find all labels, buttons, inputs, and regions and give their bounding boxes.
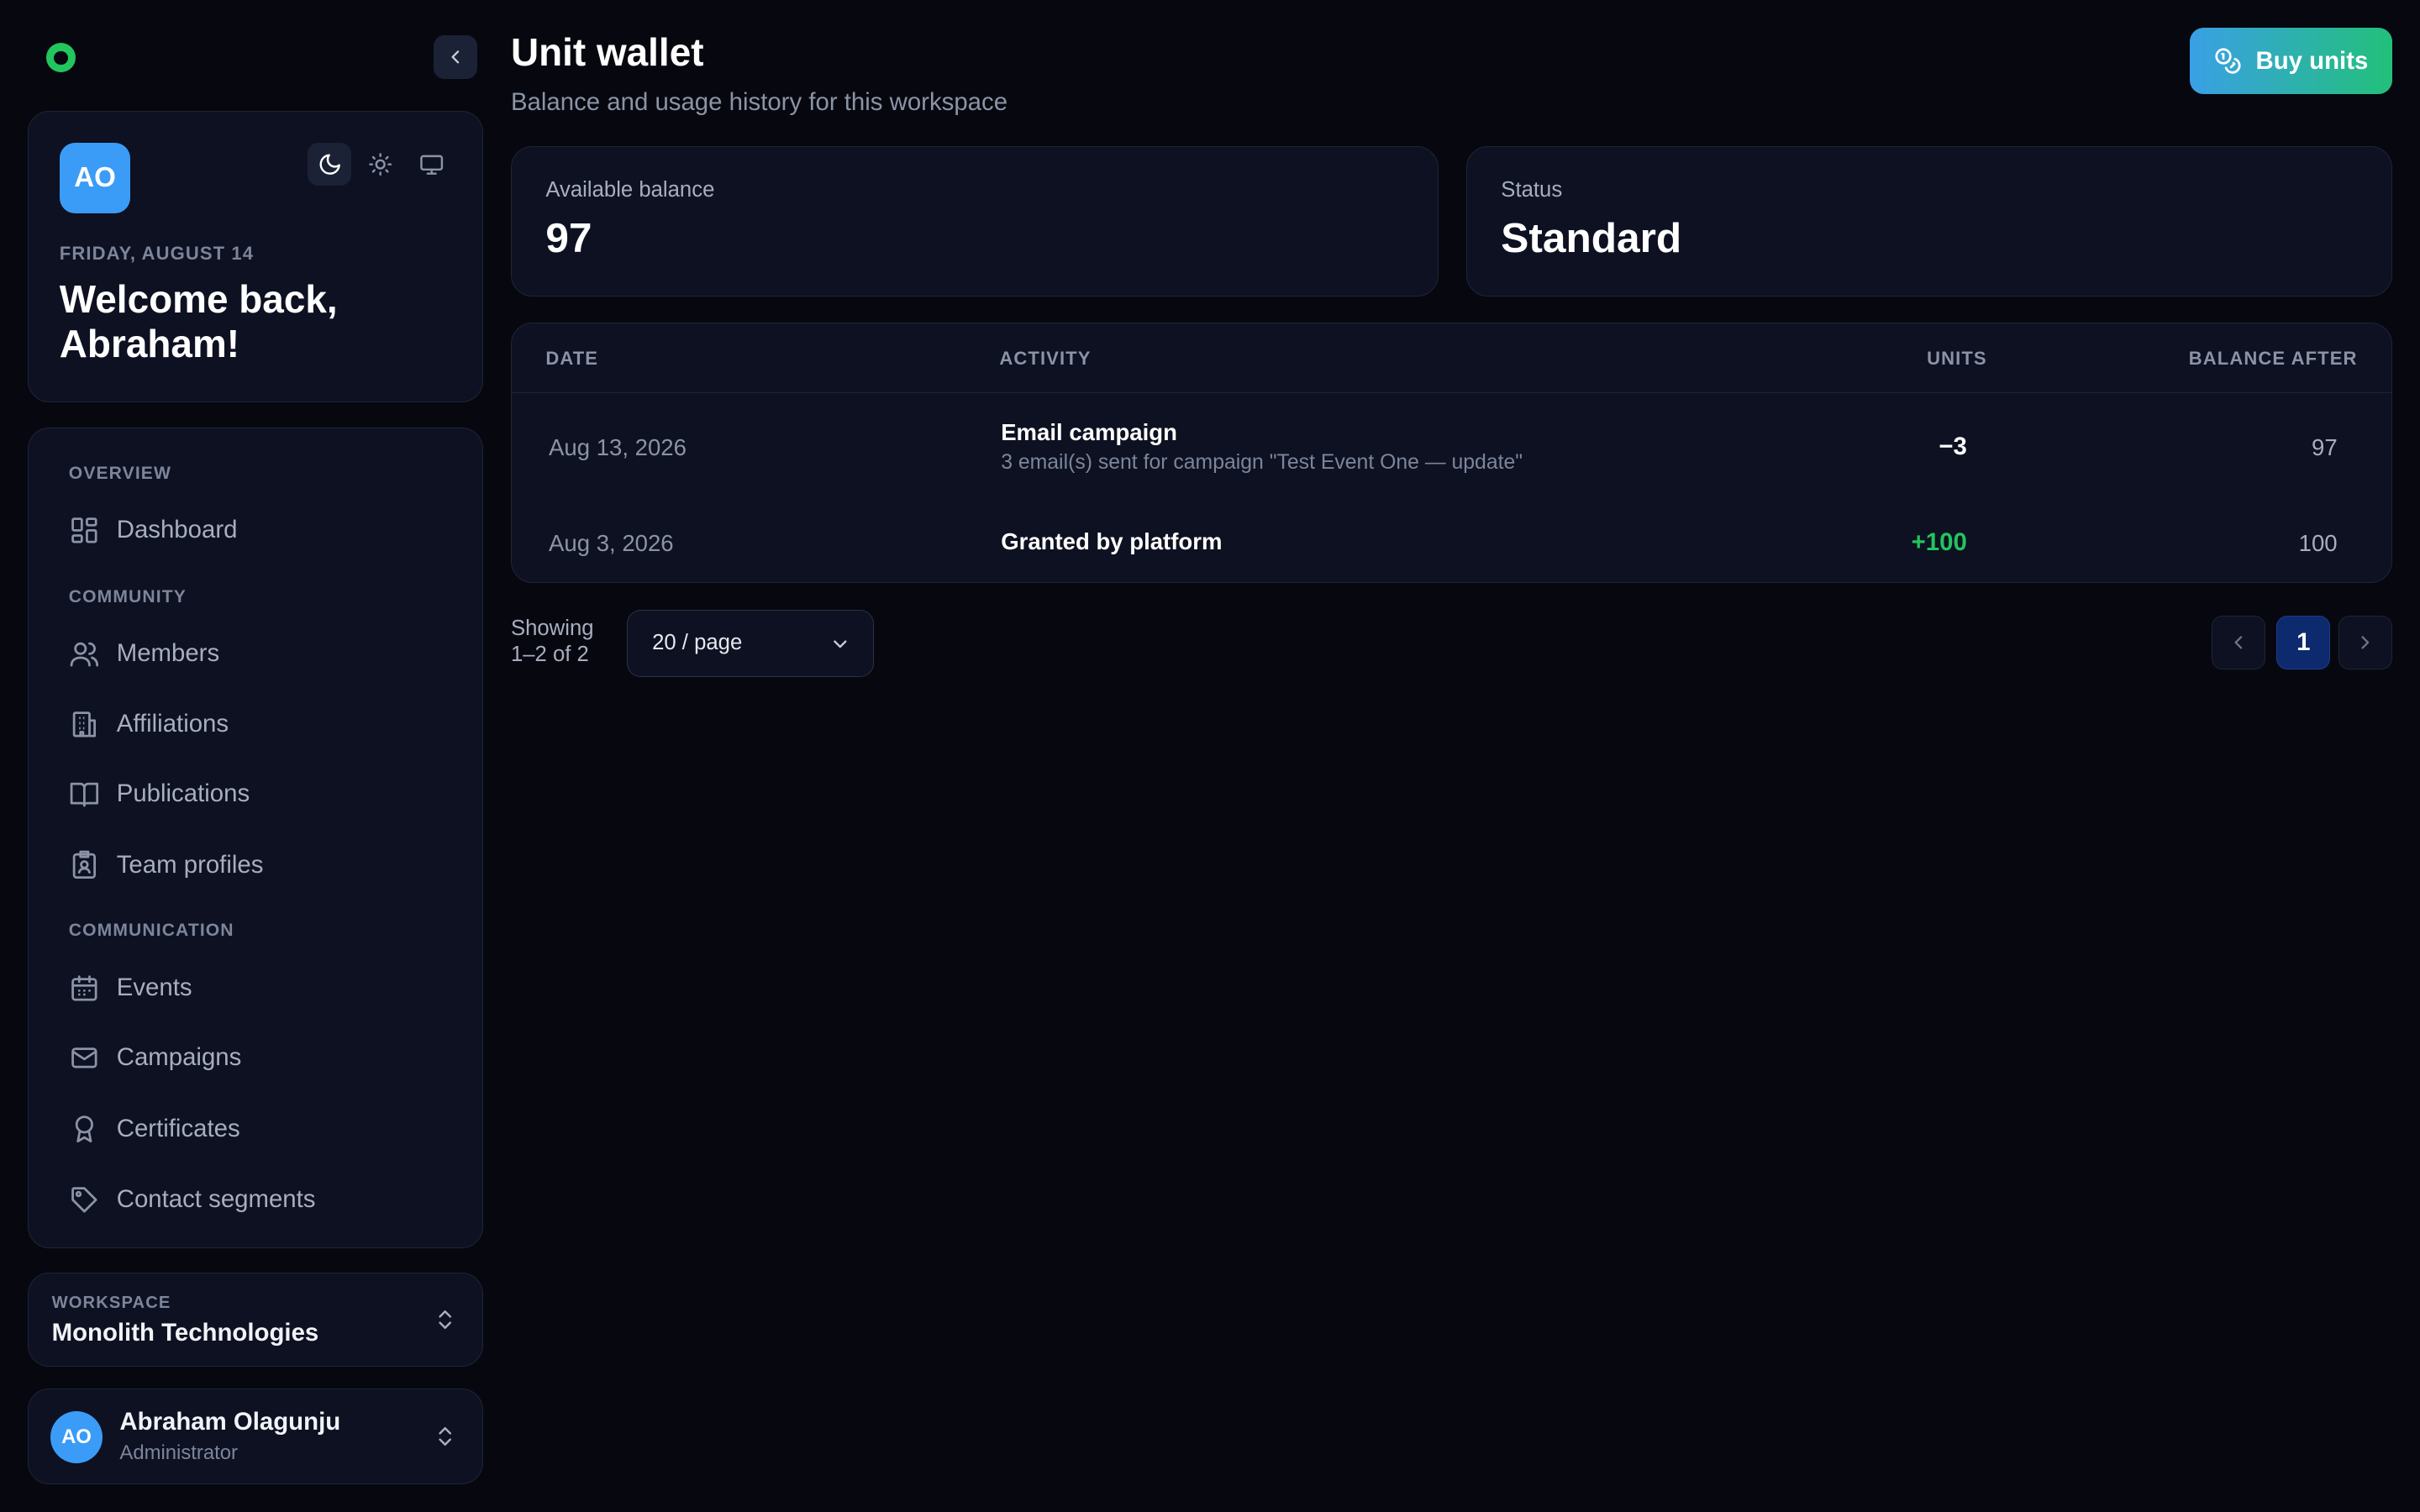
calendar-icon <box>71 975 97 1001</box>
showing-range: 1–2 of 2 <box>510 643 589 667</box>
next-page-button[interactable] <box>2338 615 2392 670</box>
coins-icon <box>2215 48 2241 74</box>
column-units[interactable]: UNITS <box>1927 348 1987 370</box>
user-role: Administrator <box>119 1441 238 1465</box>
sidebar-item-dashboard[interactable]: Dashboard <box>69 508 439 551</box>
balance-card: Available balance 97 <box>510 146 1439 297</box>
sidebar-item-label: Events <box>116 974 192 1002</box>
workspace-name: Monolith Technologies <box>51 1318 319 1347</box>
moon-icon <box>319 154 340 175</box>
workspace-switcher[interactable]: WORKSPACE Monolith Technologies <box>28 1273 483 1368</box>
row-balance-after: 100 <box>2298 529 2338 556</box>
chevron-down-icon <box>834 640 847 648</box>
sidebar-item-members[interactable]: Members <box>69 632 439 675</box>
collapse-sidebar-button[interactable] <box>434 35 477 79</box>
table-header: DATE ACTIVITY UNITS BALANCE AFTER <box>511 323 2391 393</box>
row-activity: Email campaign <box>1001 418 1177 445</box>
sidebar-item-certificates[interactable]: Certificates <box>69 1107 439 1150</box>
welcome-date: FRIDAY, AUGUST 14 <box>59 243 255 265</box>
showing-label: Showing <box>510 616 594 640</box>
workspace-caption: WORKSPACE <box>51 1294 171 1313</box>
members-icon <box>70 642 98 667</box>
page-button-current[interactable]: 1 <box>2276 615 2331 670</box>
theme-switcher <box>308 142 453 186</box>
app-logo[interactable] <box>46 43 76 73</box>
page-title: Unit wallet <box>510 29 704 74</box>
row-units: −3 <box>1939 433 1967 461</box>
sidebar-item-label: Certificates <box>116 1114 240 1142</box>
chevron-right-icon <box>2361 636 2370 649</box>
dashboard-icon <box>71 517 97 543</box>
user-menu[interactable]: AO Abraham Olagunju Administrator <box>28 1389 483 1484</box>
row-balance-after: 97 <box>2312 434 2338 461</box>
table-row[interactable]: Aug 3, 2026 Granted by platform +100 100 <box>512 496 2391 583</box>
row-units: +100 <box>1911 528 1967 557</box>
sidebar-nav: OVERVIEW Dashboard COMMUNITY Members Aff… <box>28 427 483 1248</box>
theme-system-button[interactable] <box>410 143 453 186</box>
sidebar-item-label: Campaigns <box>116 1043 242 1072</box>
theme-light-button[interactable] <box>359 143 402 186</box>
table-row[interactable]: Aug 13, 2026 Email campaign 3 email(s) s… <box>512 393 2391 496</box>
status-caption: Status <box>1501 178 1563 202</box>
balance-caption: Available balance <box>545 178 715 202</box>
sidebar-item-label: Members <box>116 638 220 667</box>
row-activity-detail: 3 email(s) sent for campaign "Test Event… <box>1001 451 1523 475</box>
column-date[interactable]: DATE <box>545 348 598 370</box>
sidebar-item-contact-segments[interactable]: Contact segments <box>69 1178 439 1221</box>
status-card: Status Standard <box>1465 146 2392 297</box>
sidebar-item-label: Affiliations <box>116 710 229 738</box>
sidebar-item-label: Contact segments <box>116 1185 316 1214</box>
chevron-left-icon <box>451 50 460 64</box>
sidebar-item-label: Publications <box>116 780 250 808</box>
column-balance-after[interactable]: BALANCE AFTER <box>2189 348 2358 370</box>
sidebar-item-events[interactable]: Events <box>69 967 439 1010</box>
user-name: Abraham Olagunju <box>119 1408 341 1436</box>
avatar[interactable]: AO <box>59 142 131 214</box>
mail-icon <box>71 1047 97 1068</box>
sidebar-item-affiliations[interactable]: Affiliations <box>69 703 439 746</box>
sidebar-item-label: Team profiles <box>116 850 264 879</box>
avatar: AO <box>50 1410 103 1464</box>
award-icon <box>75 1116 93 1143</box>
building-icon <box>72 711 96 738</box>
previous-page-button[interactable] <box>2212 615 2266 670</box>
welcome-card: AO FRIDAY, AUGUST 14 Welcome back, Abrah… <box>28 111 483 403</box>
page-size-value: 20 / page <box>652 631 743 655</box>
balance-value: 97 <box>545 214 592 262</box>
sidebar-item-team-profiles[interactable]: Team profiles <box>69 843 439 886</box>
monitor-icon <box>419 155 443 175</box>
nav-section-overview: OVERVIEW <box>68 464 172 483</box>
activity-table: DATE ACTIVITY UNITS BALANCE AFTER Aug 13… <box>510 322 2392 584</box>
chevrons-up-down-icon <box>439 1426 452 1446</box>
welcome-title: Welcome back, Abraham! <box>59 276 338 366</box>
row-date: Aug 13, 2026 <box>549 434 687 461</box>
id-badge-icon <box>72 850 96 879</box>
column-activity[interactable]: ACTIVITY <box>999 348 1091 370</box>
row-date: Aug 3, 2026 <box>549 529 674 556</box>
sidebar-item-campaigns[interactable]: Campaigns <box>69 1036 439 1079</box>
chevron-left-icon <box>2234 636 2243 649</box>
chevrons-up-down-icon <box>439 1310 452 1330</box>
tag-icon <box>71 1186 97 1213</box>
buy-units-label: Buy units <box>2255 46 2369 75</box>
nav-section-communication: COMMUNICATION <box>68 920 234 940</box>
book-icon <box>70 782 98 807</box>
buy-units-button[interactable]: Buy units <box>2190 28 2392 95</box>
theme-dark-button[interactable] <box>308 142 351 186</box>
sun-icon <box>369 153 392 176</box>
results-summary: Showing 1–2 of 2 <box>511 616 594 668</box>
status-value: Standard <box>1501 214 1682 262</box>
sidebar-item-publications[interactable]: Publications <box>69 772 439 815</box>
page-subtitle: Balance and usage history for this works… <box>510 87 1008 116</box>
sidebar-item-label: Dashboard <box>116 515 238 543</box>
page-size-select[interactable]: 20 / page <box>626 609 874 678</box>
row-activity: Granted by platform <box>1001 528 1223 555</box>
nav-section-community: COMMUNITY <box>68 586 187 606</box>
